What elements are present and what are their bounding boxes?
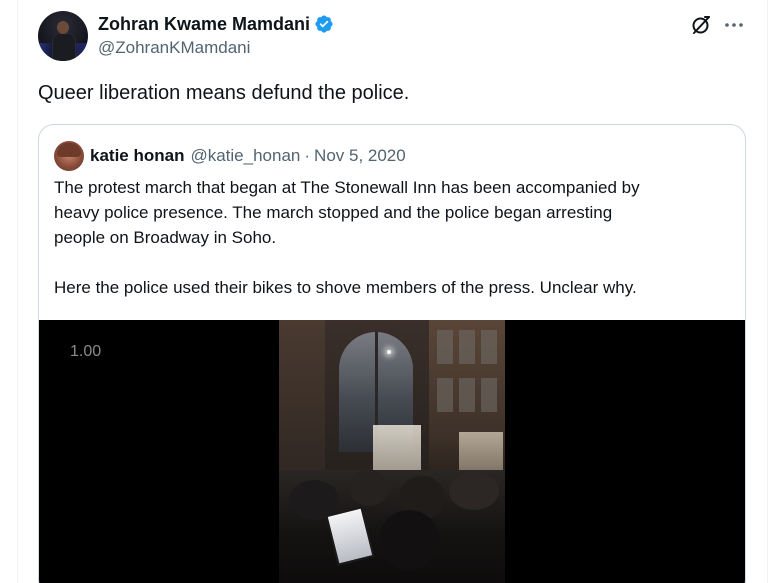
playback-speed-label[interactable]: 1.00 — [70, 343, 101, 361]
author-avatar[interactable] — [38, 11, 88, 61]
quoted-body-line: Here the police used their bikes to shov… — [54, 278, 637, 297]
quoted-tweet-body: The protest march that began at The Ston… — [54, 175, 734, 300]
video-window — [437, 378, 453, 412]
quoted-author-avatar — [54, 141, 84, 171]
video-window — [437, 330, 453, 364]
verified-badge-icon[interactable] — [314, 14, 334, 34]
tweet-detail-page: Zohran Kwame Mamdani @ZohranKMamdani Que… — [0, 0, 776, 583]
video-light-flash — [387, 350, 391, 354]
author-handle[interactable]: @ZohranKMamdani — [98, 38, 250, 58]
video-crowd — [279, 470, 505, 583]
video-crowd-figure — [349, 470, 389, 506]
video-frame[interactable] — [279, 320, 505, 583]
quoted-author-handle: @katie_honan — [190, 146, 301, 165]
grok-icon[interactable] — [689, 13, 713, 37]
quoted-tweet-card[interactable]: katie honan @katie_honan · Nov 5, 2020 T… — [38, 124, 746, 583]
author-display-name[interactable]: Zohran Kwame Mamdani — [98, 14, 310, 35]
video-window — [459, 330, 475, 364]
video-window — [481, 378, 497, 412]
author-name-row[interactable]: Zohran Kwame Mamdani — [98, 13, 334, 35]
quoted-avatar-hair — [57, 143, 81, 157]
avatar-figure-body — [52, 33, 76, 61]
left-column-divider — [17, 0, 18, 583]
quoted-body-line: people on Broadway in Soho. — [54, 228, 277, 247]
right-column-divider — [767, 0, 768, 583]
header-separator: · — [304, 146, 311, 165]
video-window — [459, 378, 475, 412]
quoted-body-line: The protest march that began at The Ston… — [54, 178, 640, 197]
video-player[interactable]: 1.00 — [39, 320, 745, 583]
video-crowd-figure — [449, 472, 499, 510]
tweet-text: Queer liberation means defund the police… — [38, 82, 410, 104]
quoted-tweet-header: katie honan @katie_honan · Nov 5, 2020 — [90, 145, 406, 167]
video-crowd-figure — [379, 510, 439, 570]
quoted-author-name: katie honan — [90, 146, 185, 165]
video-window — [481, 330, 497, 364]
quoted-body-line: heavy police presence. The march stopped… — [54, 203, 613, 222]
more-options-icon[interactable] — [722, 13, 746, 37]
quoted-tweet-date: Nov 5, 2020 — [314, 146, 406, 165]
avatar-figure-head — [57, 21, 69, 34]
